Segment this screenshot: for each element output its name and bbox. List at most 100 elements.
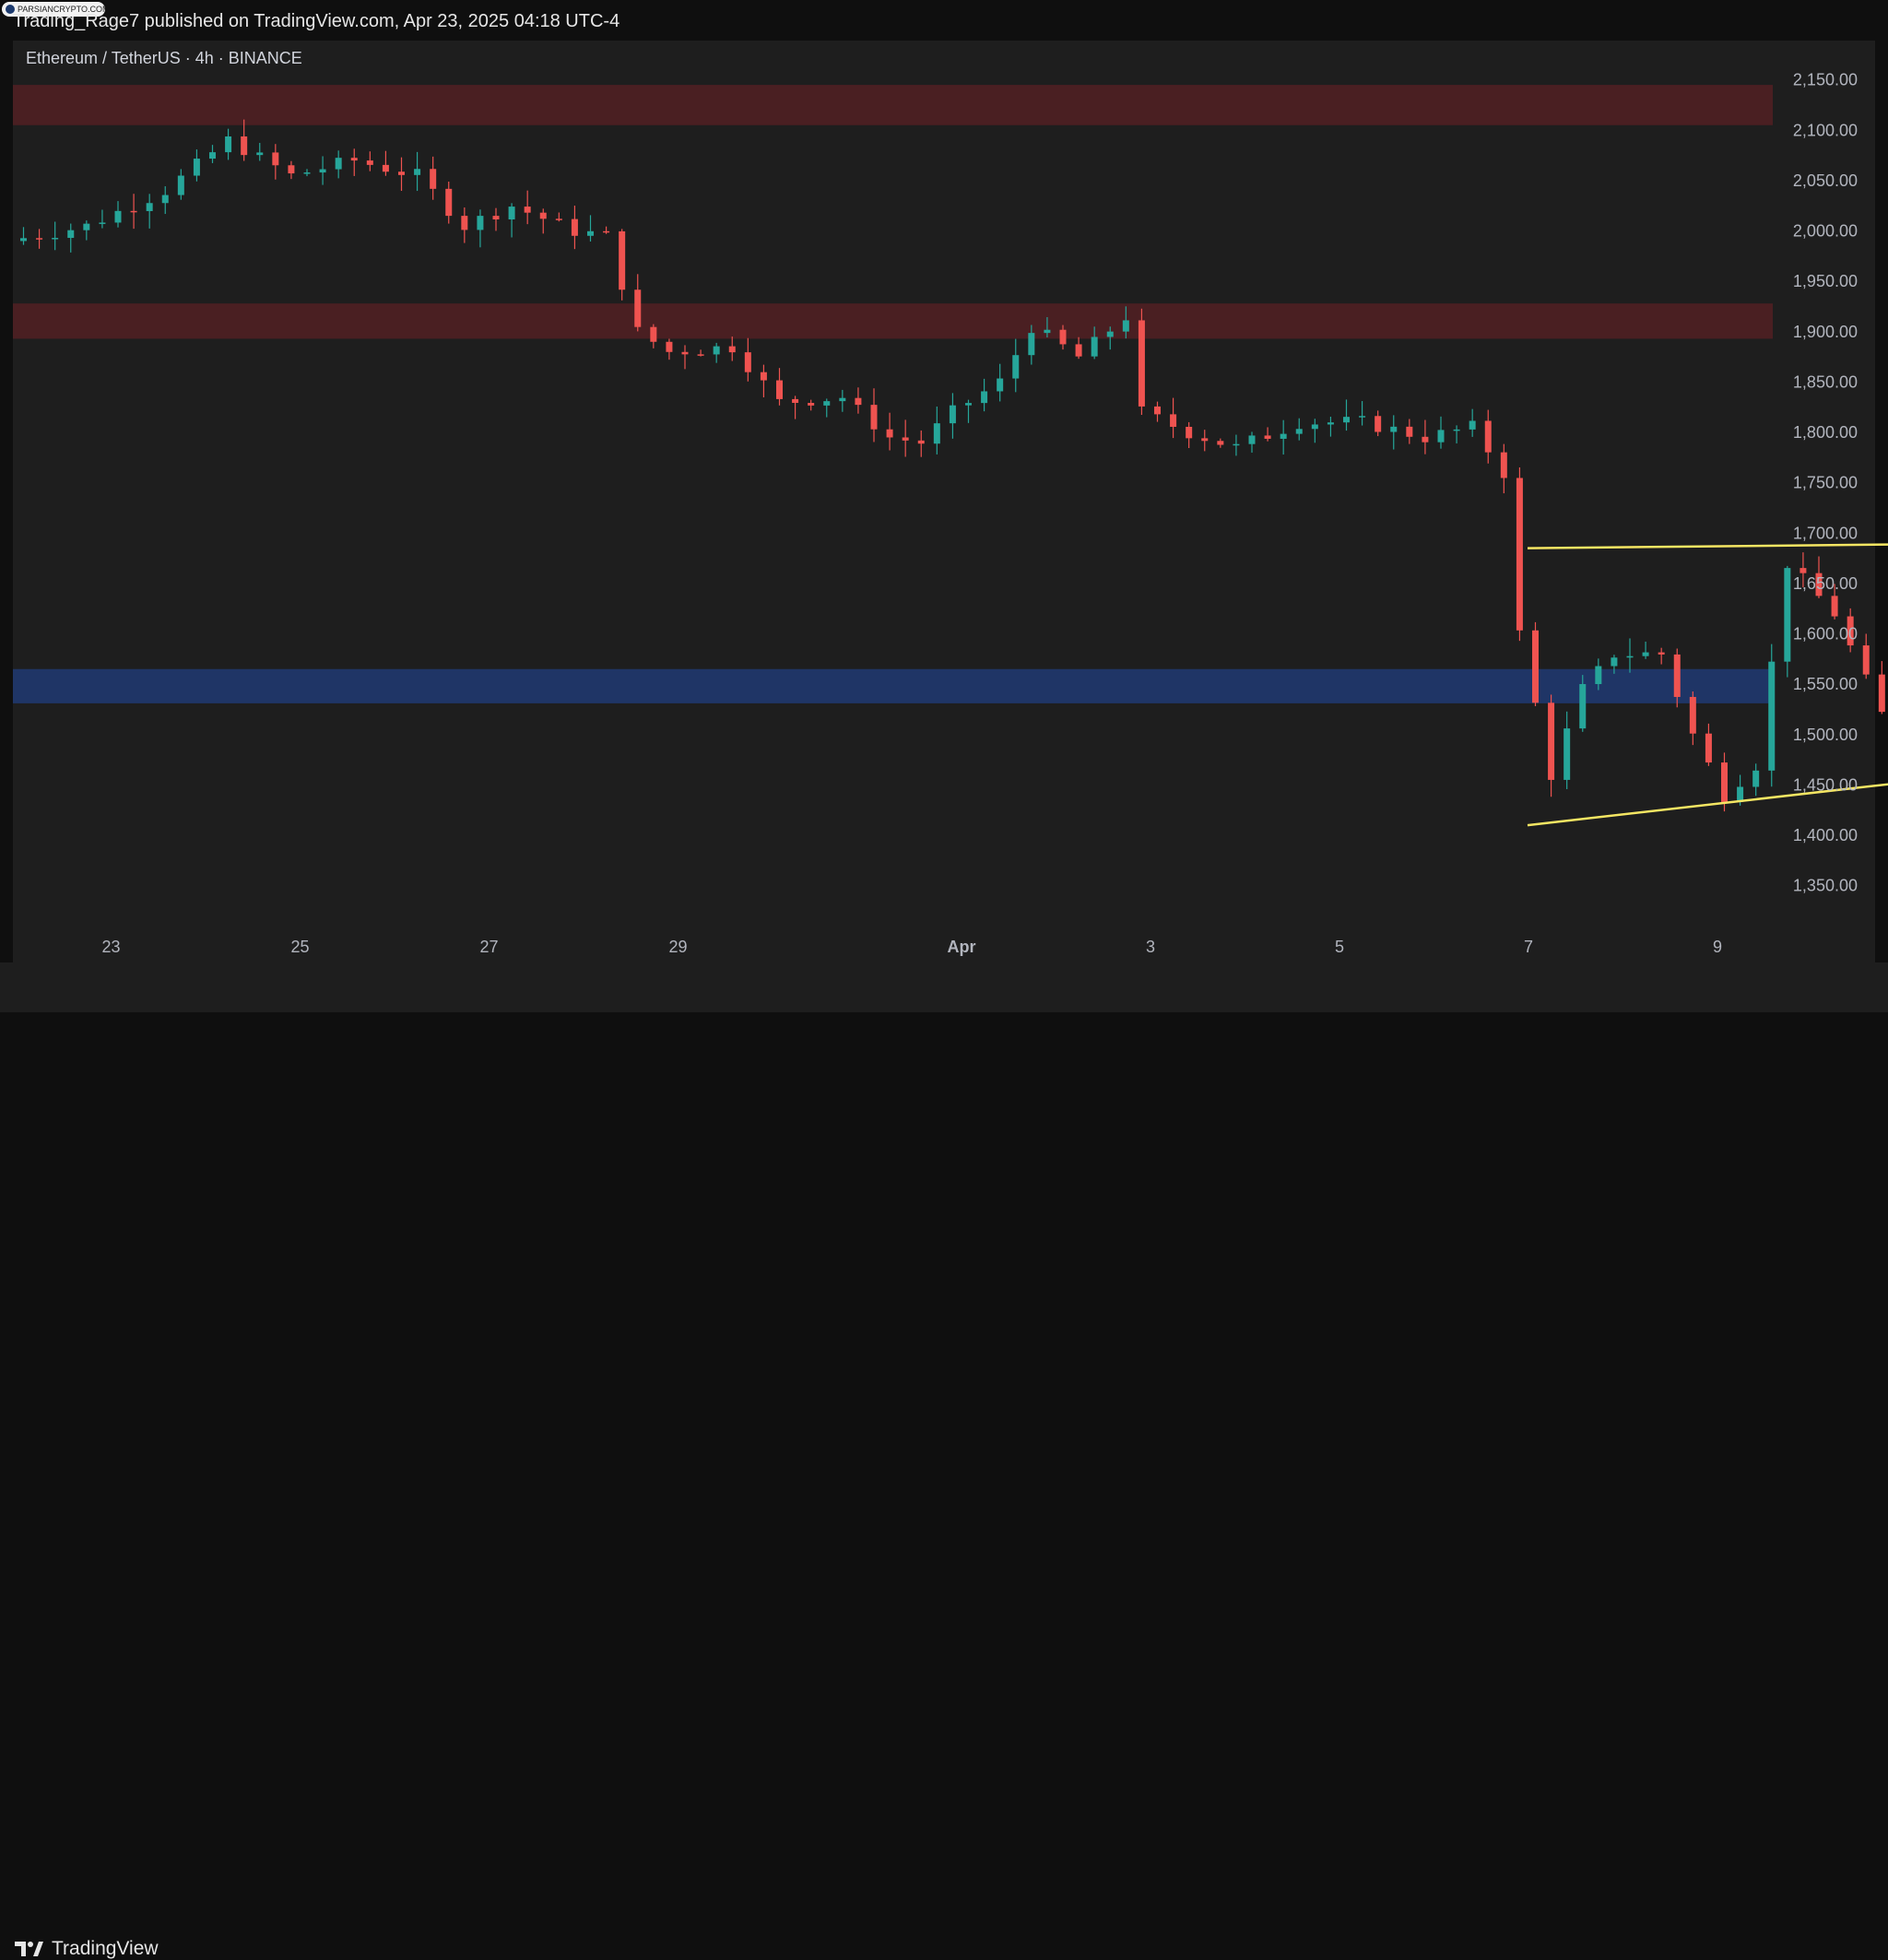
candle [1453,429,1460,431]
candle [83,223,90,230]
candle [241,136,248,156]
candle [1469,420,1476,430]
candle [177,175,184,195]
x-tick-label: 27 [479,938,498,956]
candle [1311,424,1318,430]
candle [1233,443,1240,446]
candle [1564,728,1571,780]
candle [1327,422,1334,425]
candle [1012,355,1020,379]
candle [1138,320,1145,407]
candle [619,230,626,290]
candle [1375,416,1382,432]
footer-bar: TradingView [0,962,1888,1959]
resistance-zone-1 [13,85,1773,125]
candle [1878,674,1885,713]
x-tick-label: 25 [290,938,309,956]
y-tick-label: 1,500.00 [1793,726,1858,744]
candle [634,289,642,327]
candle [1831,596,1838,617]
candle [681,351,689,355]
candle [1248,435,1256,444]
candle [1800,568,1807,573]
candle [1784,568,1791,662]
candle [445,188,453,217]
candle [539,212,547,219]
candle [1390,426,1398,432]
candle [1044,329,1051,334]
candle [855,397,862,406]
x-tick-label: Apr [948,938,976,956]
candle [697,354,704,356]
x-tick-label: 7 [1524,938,1533,956]
y-tick-label: 1,550.00 [1793,675,1858,693]
y-tick-label: 1,650.00 [1793,574,1858,593]
candle [666,341,673,352]
candle [1264,435,1271,439]
candle [949,405,956,424]
candle [1201,438,1209,442]
symbol-title: Ethereum / TetherUS · 4h · BINANCE [26,49,302,67]
x-tick-label: 9 [1713,938,1722,956]
candle [1170,414,1177,427]
candle [728,346,736,353]
candle [209,152,216,159]
candle [20,238,27,242]
x-tick-label: 5 [1335,938,1344,956]
candle [288,165,295,174]
candle [366,160,373,165]
candle [1752,770,1760,787]
candle [1186,426,1193,439]
candle [1422,436,1429,443]
y-tick-label: 1,800.00 [1793,423,1858,442]
candle [902,437,909,441]
candle [917,440,925,444]
candle [508,207,515,220]
candle [398,171,405,175]
candle [303,172,311,174]
candle [839,397,846,402]
candle [52,238,59,240]
candle [744,352,751,372]
y-tick-label: 1,950.00 [1793,272,1858,290]
candle [130,210,137,213]
candle [933,423,940,444]
x-tick-label: 23 [101,938,120,956]
candle [492,216,500,220]
candle [823,401,831,406]
y-tick-label: 2,000.00 [1793,222,1858,241]
support-zone-3 [13,668,1773,703]
candle [886,429,893,438]
candle [1028,333,1035,356]
y-tick-label: 2,050.00 [1793,171,1858,190]
candle [1343,417,1350,423]
candle [1437,430,1445,443]
candle [1484,420,1492,453]
candle [99,222,106,224]
candle [870,405,878,430]
candle [382,164,389,172]
candle [1642,652,1649,656]
candle [1689,696,1696,734]
candle [193,159,200,176]
x-tick-label: 3 [1146,938,1155,956]
price-chart[interactable]: 2,150.00 2,100.00 2,050.00 2,000.00 1,950.00… [0,0,1888,962]
candle [1217,441,1224,445]
candle [981,391,988,404]
candle [146,203,153,211]
y-tick-label: 1,700.00 [1793,524,1858,542]
candle [808,403,815,406]
candle [1075,344,1082,357]
candle [555,218,562,220]
candle [272,152,279,166]
candle [114,210,122,223]
candle [461,216,468,230]
candle [1154,406,1161,415]
candle [571,218,578,236]
tradingview-logo-text: TradingView [52,1938,159,1959]
candle [1122,320,1129,332]
tradingview-logo[interactable]: TradingView [13,1938,159,1960]
candle [1516,478,1523,631]
candle [965,403,972,406]
candle [319,169,326,173]
